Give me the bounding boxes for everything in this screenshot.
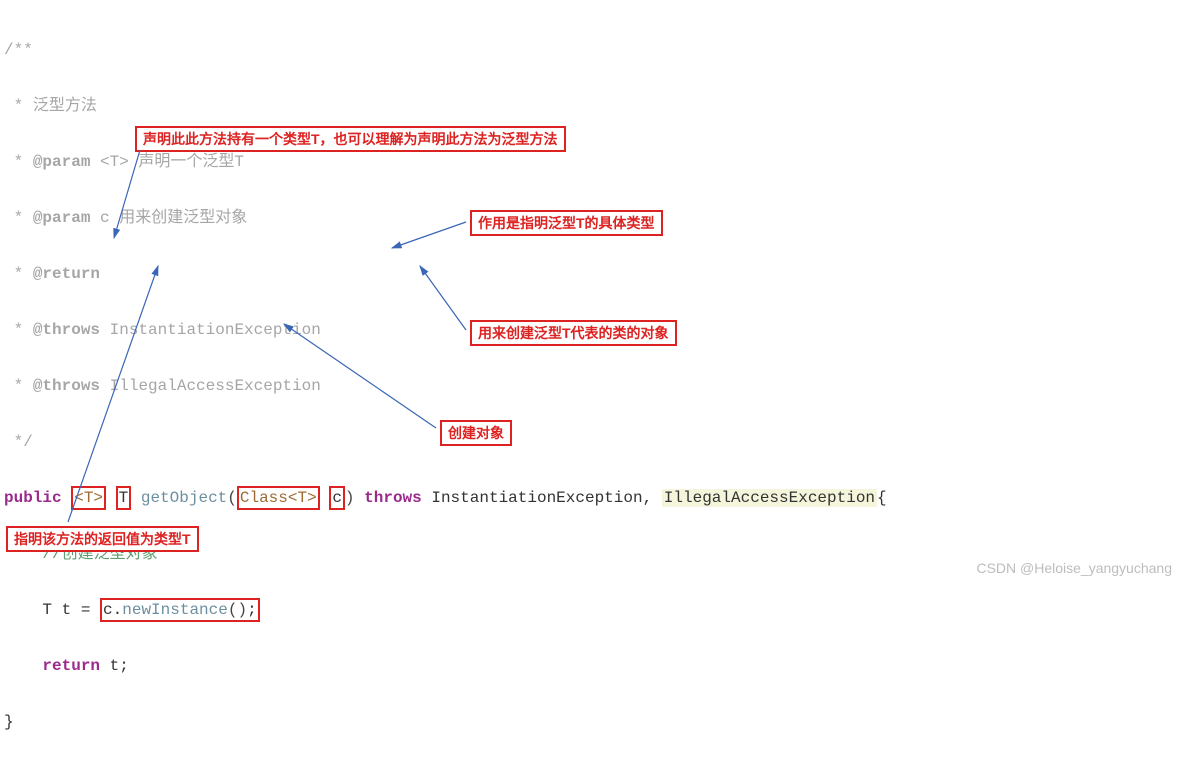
jdoc-tag-throws: @throws	[33, 377, 100, 395]
kw-throws: throws	[364, 489, 422, 507]
param-name-box: c	[329, 486, 345, 510]
annotation-c-param: 用来创建泛型T代表的类的对象	[470, 320, 677, 346]
close-brace: }	[4, 713, 14, 731]
jdoc-text: c 用来创建泛型对象	[90, 209, 247, 227]
return-type-box: T	[116, 486, 132, 510]
annotation-class-param: 作用是指明泛型T的具体类型	[470, 210, 663, 236]
jdoc-text: <T> 声明一个泛型T	[90, 153, 244, 171]
generic-declaration-box: <T>	[71, 486, 106, 510]
decl: T t =	[4, 601, 100, 619]
open-paren: (	[227, 489, 237, 507]
exception: InstantiationException,	[422, 489, 662, 507]
jdoc-star: *	[4, 97, 33, 115]
code-block: /** * 泛型方法 * @param <T> 声明一个泛型T * @param…	[0, 0, 1184, 772]
kw-return: return	[42, 657, 100, 675]
jdoc-star: *	[4, 321, 33, 339]
jdoc-star: *	[4, 377, 33, 395]
jdoc-text: IllegalAccessException	[100, 377, 321, 395]
annotation-generic-decl: 声明此此方法持有一个类型T，也可以理解为声明此方法为泛型方法	[135, 126, 566, 152]
jdoc-tag-param: @param	[33, 209, 91, 227]
new-instance-box: c.newInstance();	[100, 598, 260, 622]
annotation-newinstance: 创建对象	[440, 420, 512, 446]
jdoc-star: *	[4, 265, 33, 283]
jdoc-tag-return: @return	[33, 265, 100, 283]
watermark: CSDN @Heloise_yangyuchang	[976, 560, 1172, 576]
method-name: getObject	[131, 489, 227, 507]
jdoc-close: */	[4, 433, 33, 451]
exception: IllegalAccessException	[662, 489, 877, 507]
kw-public: public	[4, 489, 62, 507]
close-paren: )	[345, 489, 355, 507]
indent	[4, 657, 42, 675]
jdoc-tag-param: @param	[33, 153, 91, 171]
jdoc-open: /**	[4, 41, 33, 59]
jdoc-star: *	[4, 153, 33, 171]
annotation-return-type: 指明该方法的返回值为类型T	[6, 526, 199, 552]
jdoc-text: 泛型方法	[33, 97, 97, 115]
jdoc-tag-throws: @throws	[33, 321, 100, 339]
jdoc-text: InstantiationException	[100, 321, 321, 339]
ret-var: t;	[100, 657, 129, 675]
jdoc-star: *	[4, 209, 33, 227]
open-brace: {	[877, 489, 887, 507]
param-type-box: Class<T>	[237, 486, 320, 510]
